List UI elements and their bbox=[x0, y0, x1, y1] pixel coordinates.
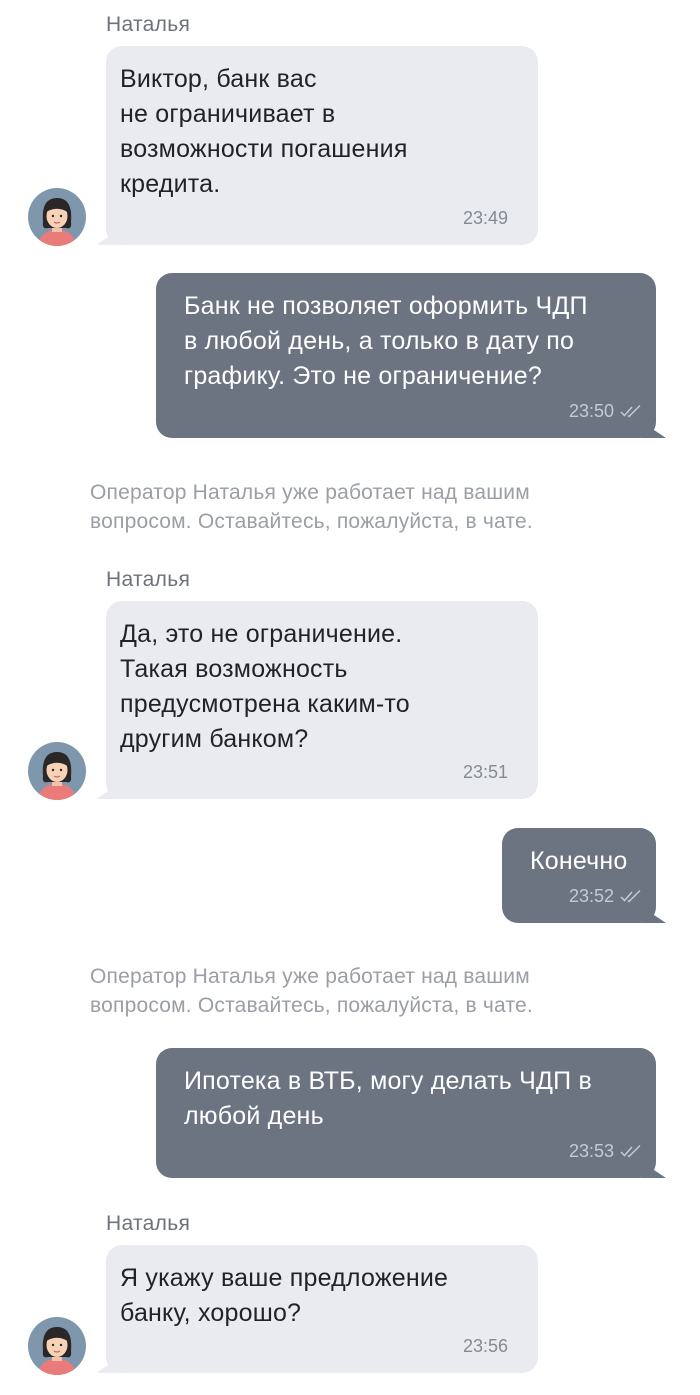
message-time: 23:50 bbox=[569, 400, 642, 422]
avatar-icon bbox=[28, 188, 86, 246]
sender-name: Наталья bbox=[106, 13, 191, 36]
system-notice: Оператор Наталья уже работает над вашим … bbox=[90, 481, 533, 533]
operator-avatar[interactable] bbox=[28, 1317, 86, 1375]
bubble-tail bbox=[642, 422, 666, 438]
message-text: Да, это не ограничение. Такая возможност… bbox=[120, 620, 410, 753]
time-label: 23:53 bbox=[568, 1141, 614, 1161]
message-time: 23:51 bbox=[463, 761, 508, 783]
message-time: 23:52 bbox=[569, 885, 642, 907]
system-notice: Оператор Наталья уже работает над вашим … bbox=[90, 965, 533, 1017]
time-label: 23:52 bbox=[568, 886, 614, 906]
avatar-icon bbox=[28, 742, 86, 800]
incoming-message-bubble[interactable]: Виктор, банк вас не ограничивает в возмо… bbox=[96, 46, 538, 245]
time-label: 23:49 bbox=[462, 208, 508, 228]
message-text: Виктор, банк вас не ограничивает в возмо… bbox=[120, 65, 408, 198]
message-time: 23:53 bbox=[569, 1140, 642, 1162]
message-text: Банк не позволяет оформить ЧДП в любой д… bbox=[184, 292, 588, 390]
message-time: 23:56 bbox=[463, 1335, 508, 1357]
bubble-tail bbox=[96, 1357, 120, 1373]
operator-avatar[interactable] bbox=[28, 742, 86, 800]
sender-name: Наталья bbox=[106, 1212, 191, 1235]
message-text: Я укажу ваше предложение банку, хорошо? bbox=[120, 1264, 449, 1327]
bubble-tail bbox=[642, 1162, 666, 1178]
operator-avatar[interactable] bbox=[28, 188, 86, 246]
bubble-tail bbox=[96, 783, 120, 799]
outgoing-message-bubble[interactable]: Ипотека в ВТБ, могу делать ЧДП в любой д… bbox=[156, 1048, 666, 1178]
double-check-icon bbox=[620, 889, 641, 903]
avatar-icon bbox=[28, 1317, 86, 1375]
outgoing-message-bubble[interactable]: Банк не позволяет оформить ЧДП в любой д… bbox=[156, 273, 666, 438]
time-label: 23:50 bbox=[568, 401, 614, 421]
bubble-tail bbox=[96, 229, 120, 245]
sender-name: Наталья bbox=[106, 568, 191, 591]
time-label: 23:56 bbox=[462, 1336, 508, 1356]
double-check-icon bbox=[620, 404, 641, 418]
bubble-tail bbox=[642, 907, 666, 923]
incoming-message-bubble[interactable]: Да, это не ограничение. Такая возможност… bbox=[96, 601, 538, 799]
message-text: Ипотека в ВТБ, могу делать ЧДП в любой д… bbox=[184, 1067, 592, 1130]
double-check-icon bbox=[620, 1144, 641, 1158]
message-text: Конечно bbox=[530, 847, 628, 875]
incoming-message-bubble[interactable]: Я укажу ваше предложение банку, хорошо? … bbox=[96, 1245, 538, 1373]
message-time: 23:49 bbox=[463, 207, 508, 229]
time-label: 23:51 bbox=[462, 762, 508, 782]
outgoing-message-bubble[interactable]: Конечно 23:52 bbox=[502, 828, 666, 923]
